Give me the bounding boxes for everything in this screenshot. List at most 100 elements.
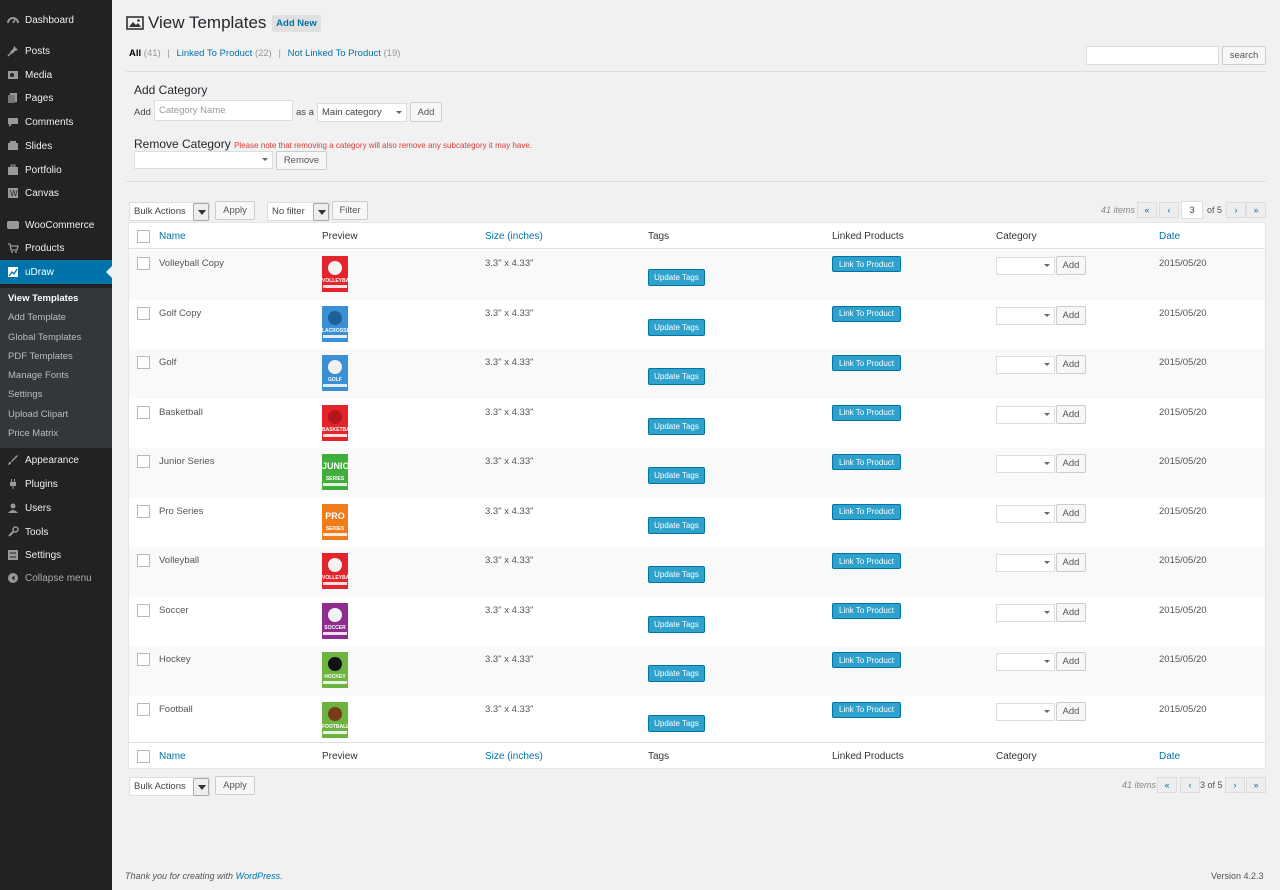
link-to-product-button[interactable]: Link To Product <box>832 305 901 322</box>
filter-not-linked[interactable]: Not Linked To Product <box>288 48 381 59</box>
menu-settings[interactable]: Settings <box>0 543 112 567</box>
row-category-select[interactable] <box>996 653 1055 671</box>
first-page-button[interactable]: « <box>1157 777 1177 793</box>
filter-all[interactable]: All <box>129 48 141 59</box>
bulk-actions-select[interactable]: Bulk Actions <box>129 202 210 221</box>
template-preview-thumbnail[interactable]: VOLLEYBALL <box>322 256 355 292</box>
menu-tools[interactable]: Tools <box>0 520 112 544</box>
row-checkbox[interactable] <box>137 653 150 666</box>
menu-appearance[interactable]: Appearance <box>0 448 112 472</box>
link-to-product-button[interactable]: Link To Product <box>832 553 901 569</box>
template-preview-thumbnail[interactable]: GOLF <box>322 355 348 391</box>
link-to-product-button[interactable]: Link To Product <box>832 602 901 619</box>
row-add-category-button[interactable]: Add <box>1056 404 1086 424</box>
add-new-button[interactable]: Add New <box>272 15 321 32</box>
select-all-checkbox[interactable] <box>137 750 150 763</box>
update-tags-button[interactable]: Update Tags <box>648 269 705 286</box>
template-preview-thumbnail[interactable]: PRO SERIES <box>322 503 348 540</box>
row-category-select[interactable] <box>996 356 1055 374</box>
row-category-select[interactable] <box>996 702 1055 721</box>
update-tags-button[interactable]: Update Tags <box>648 318 705 336</box>
add-category-button[interactable]: Add <box>410 102 442 122</box>
link-to-product-button[interactable]: Link To Product <box>832 701 901 718</box>
row-category-select[interactable] <box>996 257 1055 275</box>
column-name[interactable]: Name <box>159 751 186 762</box>
submenu-global-templates[interactable]: Global Templates <box>8 332 81 343</box>
submenu-pdf-templates[interactable]: PDF Templates <box>8 351 73 362</box>
first-page-button[interactable]: « <box>1137 202 1157 218</box>
template-preview-thumbnail[interactable]: BASKETBALL <box>322 404 356 441</box>
filter-linked[interactable]: Linked To Product <box>176 48 252 59</box>
filter-button[interactable]: Filter <box>332 201 368 220</box>
link-to-product-button[interactable]: Link To Product <box>832 355 901 371</box>
row-checkbox[interactable] <box>137 603 150 617</box>
menu-products[interactable]: Products <box>0 236 112 260</box>
row-add-category-button[interactable]: Add <box>1056 305 1086 325</box>
wordpress-link[interactable]: WordPress. <box>236 871 283 881</box>
template-filter-select[interactable]: No filter <box>267 202 330 221</box>
row-checkbox[interactable] <box>137 504 150 518</box>
menu-media[interactable]: Media <box>0 63 112 87</box>
template-name[interactable]: Volleyball <box>159 555 199 566</box>
menu-woocommerce[interactable]: WooCommerce <box>0 213 112 237</box>
row-add-category-button[interactable]: Add <box>1056 355 1086 374</box>
menu-slides[interactable]: Slides <box>0 134 112 158</box>
select-all-checkbox[interactable] <box>137 230 150 243</box>
column-date[interactable]: Date <box>1159 231 1180 242</box>
column-size[interactable]: Size (inches) <box>485 751 543 762</box>
menu-udraw[interactable]: uDraw <box>0 260 112 284</box>
search-button[interactable]: search <box>1222 46 1266 65</box>
menu-comments[interactable]: Comments <box>0 110 112 134</box>
row-add-category-button[interactable]: Add <box>1056 602 1086 622</box>
update-tags-button[interactable]: Update Tags <box>648 566 705 583</box>
link-to-product-button[interactable]: Link To Product <box>832 454 901 470</box>
row-category-select[interactable] <box>996 504 1055 523</box>
template-preview-thumbnail[interactable]: VOLLEYBALL <box>322 553 355 589</box>
template-name[interactable]: Golf <box>159 357 176 368</box>
row-add-category-button[interactable]: Add <box>1056 701 1086 721</box>
row-checkbox[interactable] <box>137 306 150 320</box>
collapse-menu-button[interactable]: Collapse menu <box>0 566 112 590</box>
next-page-button[interactable]: › <box>1225 777 1245 793</box>
submenu-price-matrix[interactable]: Price Matrix <box>8 428 58 439</box>
column-name[interactable]: Name <box>159 231 186 242</box>
remove-category-select[interactable] <box>134 151 273 169</box>
apply-button[interactable]: Apply <box>215 201 255 220</box>
template-preview-thumbnail[interactable]: LACROSSE <box>322 305 350 342</box>
template-preview-thumbnail[interactable]: HOCKEY <box>322 652 348 688</box>
template-preview-thumbnail[interactable]: JUNIOR SERIES <box>322 454 356 490</box>
next-page-button[interactable]: › <box>1226 202 1246 218</box>
update-tags-button[interactable]: Update Tags <box>648 615 705 633</box>
link-to-product-button[interactable]: Link To Product <box>832 404 901 421</box>
template-name[interactable]: Basketball <box>159 407 203 418</box>
link-to-product-button[interactable]: Link To Product <box>832 503 901 520</box>
template-preview-thumbnail[interactable]: SOCCER <box>322 602 348 639</box>
row-category-select[interactable] <box>996 554 1055 572</box>
menu-posts[interactable]: Posts <box>0 39 112 63</box>
row-checkbox[interactable] <box>137 405 150 419</box>
update-tags-button[interactable]: Update Tags <box>648 467 705 484</box>
menu-dashboard[interactable]: Dashboard <box>0 8 112 32</box>
link-to-product-button[interactable]: Link To Product <box>832 256 901 272</box>
update-tags-button[interactable]: Update Tags <box>648 368 705 385</box>
submenu-view-templates[interactable]: View Templates <box>8 293 78 304</box>
row-category-select[interactable] <box>996 405 1055 424</box>
menu-pages[interactable]: Pages <box>0 86 112 110</box>
row-checkbox[interactable] <box>137 554 150 567</box>
search-input[interactable] <box>1086 46 1219 65</box>
row-checkbox[interactable] <box>137 702 150 716</box>
link-to-product-button[interactable]: Link To Product <box>832 652 901 668</box>
row-add-category-button[interactable]: Add <box>1056 454 1086 473</box>
update-tags-button[interactable]: Update Tags <box>648 417 705 435</box>
row-checkbox[interactable] <box>137 455 150 468</box>
submenu-settings[interactable]: Settings <box>8 389 42 400</box>
update-tags-button[interactable]: Update Tags <box>648 665 705 682</box>
template-name[interactable]: Volleyball Copy <box>159 258 224 269</box>
last-page-button[interactable]: » <box>1246 777 1266 793</box>
prev-page-button[interactable]: ‹ <box>1180 777 1200 793</box>
prev-page-button[interactable]: ‹ <box>1159 202 1179 218</box>
menu-canvas[interactable]: W Canvas <box>0 181 112 205</box>
parent-category-select[interactable]: Main category <box>317 103 407 122</box>
update-tags-button[interactable]: Update Tags <box>648 516 705 534</box>
row-add-category-button[interactable]: Add <box>1056 256 1086 275</box>
